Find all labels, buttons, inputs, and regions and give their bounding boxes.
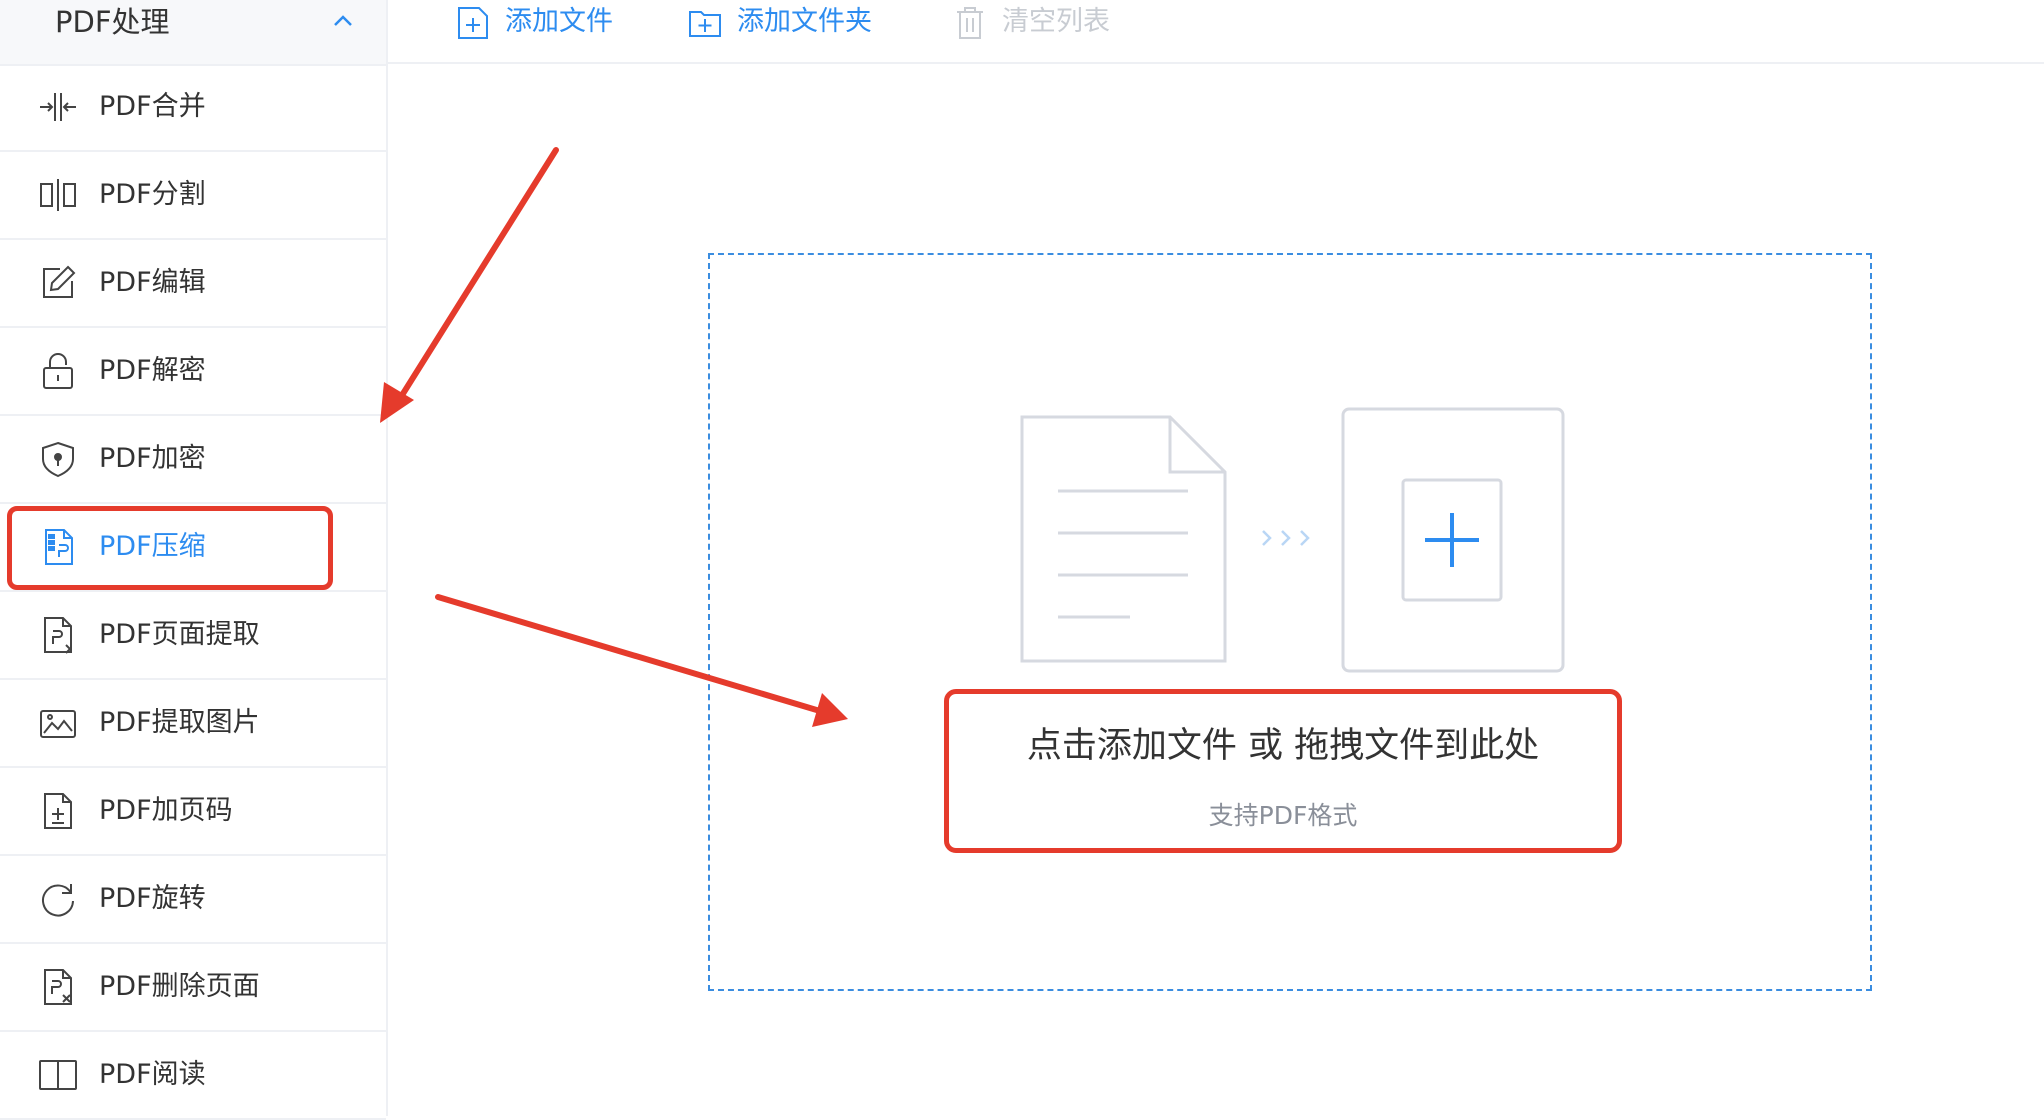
- image-extract-icon: [40, 710, 76, 738]
- sidebar-item-label: PDF加页码: [99, 795, 233, 826]
- document-icon: [1020, 415, 1227, 663]
- book-icon: [39, 1060, 77, 1090]
- sidebar-item-label: PDF页面提取: [99, 619, 260, 650]
- shield-lock-icon: [42, 441, 74, 478]
- split-icon: [40, 179, 76, 211]
- sidebar-item-label: PDF阅读: [99, 1059, 206, 1090]
- drop-zone-illustration: [1020, 407, 1565, 673]
- sidebar-item-encrypt[interactable]: PDF加密: [0, 416, 386, 504]
- edit-icon: [43, 265, 76, 298]
- sidebar-item-delete-page[interactable]: PDF删除页面: [0, 944, 386, 1032]
- sidebar-item-decrypt[interactable]: PDF解密: [0, 328, 386, 416]
- chevron-up-icon[interactable]: [328, 6, 358, 36]
- sidebar-item-page-extract[interactable]: PDF页面提取: [0, 592, 386, 680]
- add-folder-icon: [689, 11, 721, 37]
- toolbar: 添加文件 添加文件夹 清空列表: [388, 0, 2044, 64]
- sidebar-item-label: PDF分割: [99, 179, 206, 210]
- page-number-icon: [44, 793, 72, 829]
- drop-zone-sub-text: 支持PDF格式: [1208, 801, 1358, 830]
- trash-icon: [957, 7, 983, 39]
- sidebar-item-label: PDF解密: [99, 355, 206, 386]
- unlock-icon: [43, 353, 73, 389]
- rotate-icon: [42, 884, 74, 917]
- add-folder-label: 添加文件夹: [737, 6, 872, 37]
- annotation-highlight-drop-text: 点击添加文件 或 拖拽文件到此处 支持PDF格式: [944, 689, 1622, 853]
- sidebar-item-split[interactable]: PDF分割: [0, 152, 386, 240]
- sidebar-menu: PDF合并 PDF分割 PDF编辑 PDF解密 PDF加密 PDF压缩 PDF页…: [0, 64, 386, 1120]
- add-page-icon: [1341, 407, 1565, 673]
- add-file-label: 添加文件: [505, 6, 613, 37]
- clear-list-label: 清空列表: [1002, 6, 1110, 37]
- sidebar-group-header[interactable]: PDF处理: [0, 0, 386, 66]
- annotation-highlight-compress: [7, 506, 333, 590]
- sidebar-item-label: PDF合并: [99, 91, 206, 122]
- sidebar-group-title: PDF处理: [55, 5, 170, 39]
- sidebar-item-page-number[interactable]: PDF加页码: [0, 768, 386, 856]
- add-file-icon: [458, 7, 488, 39]
- drop-zone-main-text: 点击添加文件 或 拖拽文件到此处: [1026, 726, 1540, 766]
- sidebar-item-image-extract[interactable]: PDF提取图片: [0, 680, 386, 768]
- sidebar-item-label: PDF加密: [99, 443, 206, 474]
- sidebar-item-merge[interactable]: PDF合并: [0, 64, 386, 152]
- delete-page-icon: [44, 969, 72, 1005]
- sidebar-item-label: PDF提取图片: [99, 707, 260, 738]
- sidebar-item-edit[interactable]: PDF编辑: [0, 240, 386, 328]
- sidebar-item-label: PDF删除页面: [99, 971, 260, 1002]
- sidebar-item-rotate[interactable]: PDF旋转: [0, 856, 386, 944]
- annotation-arrow-to-sidebar: [380, 147, 559, 423]
- sidebar-item-read[interactable]: PDF阅读: [0, 1032, 386, 1120]
- merge-icon: [40, 93, 76, 121]
- sidebar-item-label: PDF旋转: [99, 883, 206, 914]
- sidebar-item-label: PDF编辑: [99, 267, 206, 298]
- page-extract-icon: [44, 617, 72, 654]
- chevrons-right-icon: [1262, 530, 1310, 546]
